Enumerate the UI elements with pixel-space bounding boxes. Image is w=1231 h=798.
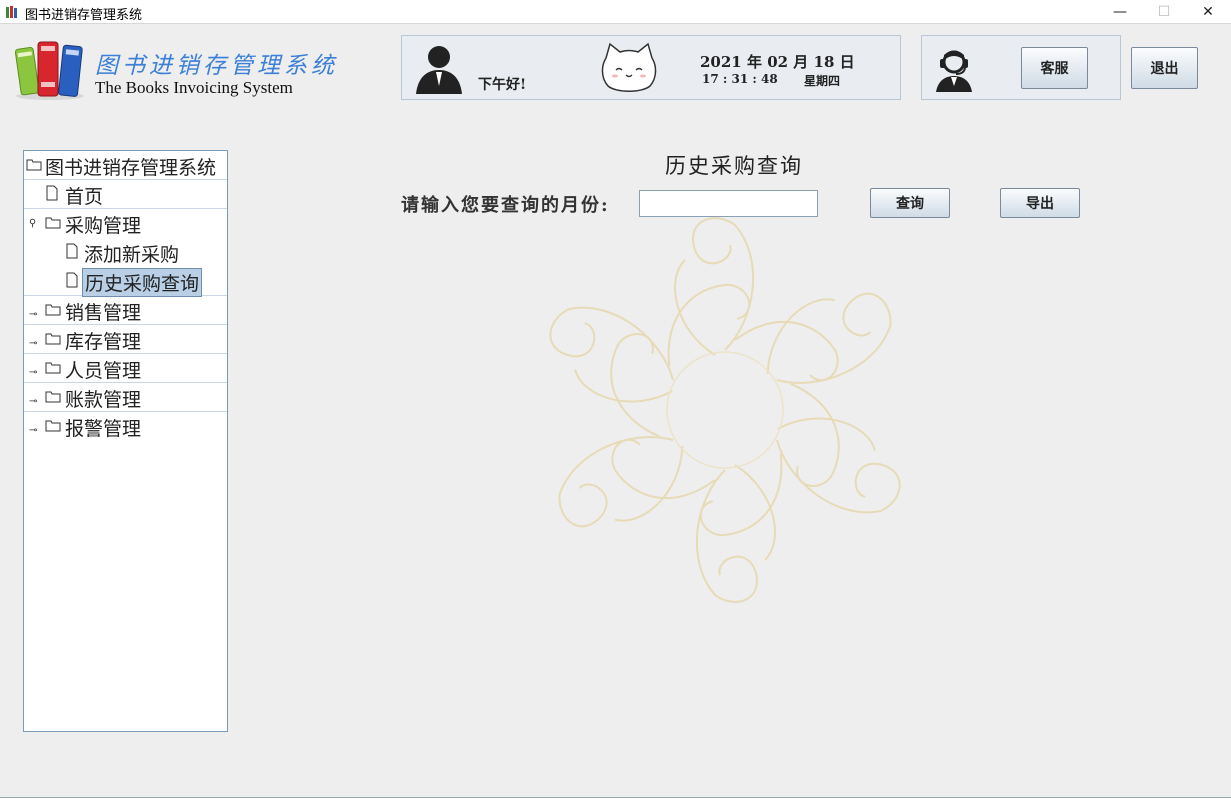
- tree-item-label: 报警管理: [65, 418, 142, 440]
- folder-icon: [45, 333, 61, 345]
- page-title: 历史采购查询: [665, 154, 803, 178]
- collapsed-handle-icon: ⊸: [29, 425, 38, 436]
- tree-item-purchase-history[interactable]: 历史采购查询: [24, 267, 227, 297]
- close-button[interactable]: ✕: [1186, 0, 1230, 24]
- folder-icon: [26, 159, 42, 171]
- app-icon: [6, 6, 17, 18]
- tree-item-label: 库存管理: [65, 331, 142, 353]
- expanded-handle-icon: ⚲: [29, 218, 37, 229]
- decorative-ornament-image: [510, 215, 940, 605]
- user-info-panel: 下午好! 2021 年 02 月 18 日 17 : 31 : 48 星期四: [401, 35, 901, 100]
- minimize-button[interactable]: —: [1098, 0, 1142, 24]
- maximize-button[interactable]: ☐: [1142, 0, 1186, 24]
- tree-item-label: 账款管理: [65, 389, 142, 411]
- tree-item-home[interactable]: 首页: [24, 180, 227, 209]
- tree-item-accounts[interactable]: ⊸ 账款管理: [24, 383, 227, 412]
- page-icon: [66, 243, 78, 259]
- page-icon: [66, 272, 78, 288]
- collapsed-handle-icon: ⊸: [29, 396, 38, 407]
- collapsed-handle-icon: ⊸: [29, 309, 38, 320]
- tree-item-purchase[interactable]: ⚲ 采购管理: [24, 209, 227, 238]
- tree-item-label: 采购管理: [65, 215, 142, 237]
- headset-support-icon: [936, 50, 972, 92]
- tree-item-label-selected: 历史采购查询: [82, 268, 203, 297]
- window-title: 图书进销存管理系统: [25, 8, 143, 23]
- folder-icon: [45, 420, 61, 432]
- tree-item-label: 销售管理: [65, 302, 142, 324]
- tree-item-label: 人员管理: [65, 360, 142, 382]
- tree-item-staff[interactable]: ⊸ 人员管理: [24, 354, 227, 383]
- logo-title-cn: 图书进销存管理系统: [95, 53, 338, 79]
- service-panel: 客服: [921, 35, 1121, 100]
- collapsed-handle-icon: ⊸: [29, 338, 38, 349]
- tree-item-label: 首页: [65, 186, 104, 208]
- tree-item-sales[interactable]: ⊸ 销售管理: [24, 296, 227, 325]
- logout-button[interactable]: 退出: [1131, 47, 1198, 89]
- tree-root[interactable]: 图书进销存管理系统: [24, 151, 227, 180]
- greeting-text: 下午好!: [478, 77, 527, 93]
- customer-service-button[interactable]: 客服: [1021, 47, 1088, 89]
- logo-title-en: The Books Invoicing System: [95, 78, 293, 97]
- collapsed-handle-icon: ⊸: [29, 367, 38, 378]
- tree-item-add-purchase[interactable]: 添加新采购: [24, 238, 227, 267]
- tree-root-label: 图书进销存管理系统: [45, 157, 217, 179]
- current-date: 2021 年 02 月 18 日: [700, 53, 855, 71]
- current-weekday: 星期四: [804, 74, 841, 88]
- page-icon: [46, 185, 58, 201]
- window-titlebar: 图书进销存管理系统 — ☐ ✕: [0, 0, 1231, 24]
- folder-icon: [45, 362, 61, 374]
- export-button[interactable]: 导出: [1000, 188, 1080, 218]
- user-avatar-icon: [416, 46, 462, 94]
- folder-icon: [45, 304, 61, 316]
- folder-icon: [45, 217, 61, 229]
- folder-icon: [45, 391, 61, 403]
- books-logo-icon: [14, 41, 84, 100]
- tree-item-inventory[interactable]: ⊸ 库存管理: [24, 325, 227, 354]
- tree-item-alerts[interactable]: ⊸ 报警管理: [24, 412, 227, 441]
- navigation-tree: 图书进销存管理系统 首页 ⚲ 采购管理 添加新采购 历史采购查询 ⊸ 销售管理 …: [23, 150, 228, 732]
- current-time: 17 : 31 : 48: [702, 72, 778, 86]
- cat-face-icon: [601, 42, 657, 92]
- tree-item-label: 添加新采购: [84, 244, 180, 266]
